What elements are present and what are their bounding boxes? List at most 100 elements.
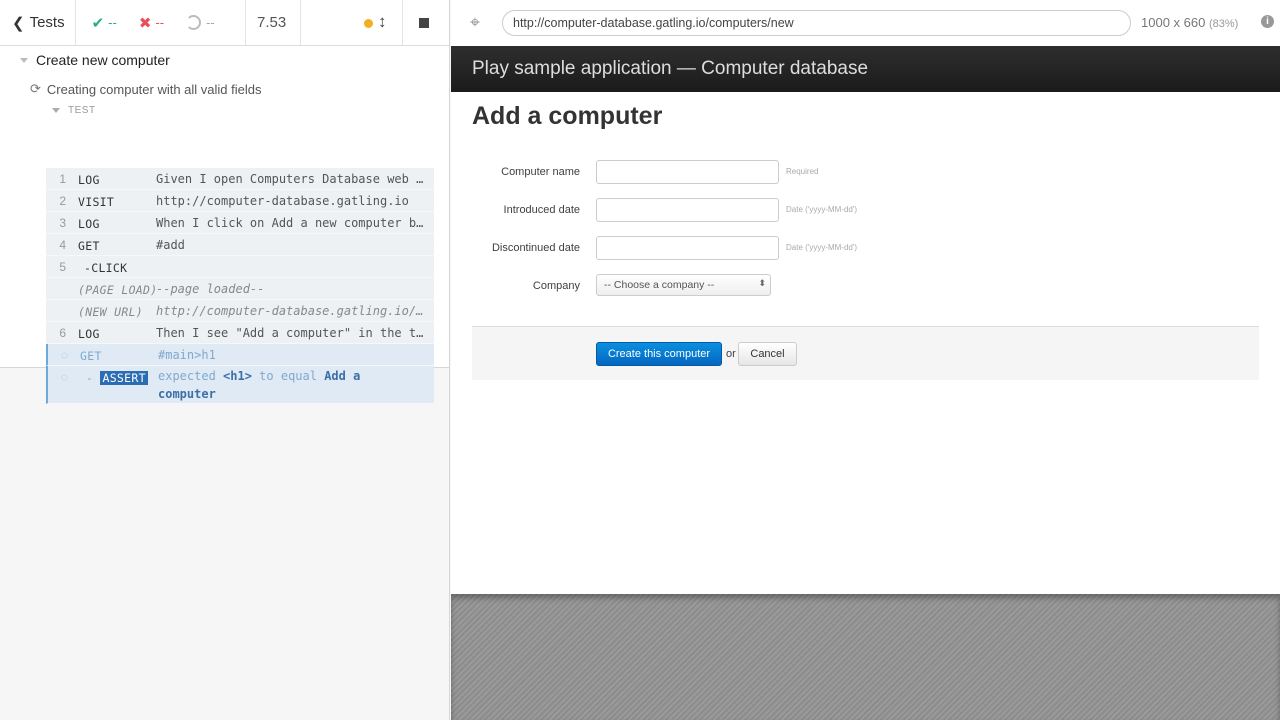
select-arrows-icon: ⬍ bbox=[758, 278, 766, 288]
stop-icon[interactable] bbox=[419, 18, 429, 28]
or-text: or bbox=[726, 348, 736, 360]
field-label: Computer name bbox=[501, 166, 580, 178]
command-row[interactable]: 2 VISIT http://computer-database.gatling… bbox=[46, 190, 434, 212]
viewport-background bbox=[451, 594, 1280, 720]
command-name: GET bbox=[80, 349, 102, 363]
x-icon: ✖ bbox=[138, 14, 152, 32]
command-row[interactable]: (NEW URL) http://computer-database.gatli… bbox=[46, 300, 434, 322]
tests-label: Tests bbox=[29, 14, 65, 31]
auto-scroll-icon[interactable]: ↕ bbox=[378, 12, 387, 32]
assert-badge: ASSERT bbox=[100, 371, 148, 385]
pending-count: -- bbox=[206, 15, 215, 30]
command-message: #add bbox=[156, 238, 185, 252]
pending-spinner-icon: ◌ bbox=[60, 370, 68, 384]
passed-stat: ✔ -- bbox=[92, 14, 117, 32]
assert-row[interactable]: ◌ - ASSERT expected <h1> to equal Add a c… bbox=[46, 366, 434, 404]
command-row[interactable]: 6 LOG Then I see "Add a computer" in the… bbox=[46, 322, 434, 344]
assert-text: <h1> bbox=[223, 369, 252, 383]
field-label: Company bbox=[532, 280, 580, 292]
field-label: Discontinued date bbox=[491, 242, 580, 254]
field-computer-name: Computer name Required bbox=[451, 160, 1280, 184]
command-log: 1 LOG Given I open Computers Database we… bbox=[46, 168, 434, 404]
app-under-test: ⌖ http://computer-database.gatling.io/co… bbox=[451, 0, 1280, 720]
command-message: Given I open Computers Database web page bbox=[156, 172, 426, 186]
command-name: (PAGE LOAD) bbox=[78, 283, 158, 297]
discontinued-date-input[interactable] bbox=[596, 236, 779, 260]
chevron-left-icon: ❮ bbox=[12, 14, 25, 32]
command-number: 5 bbox=[59, 260, 66, 274]
reports-panel: Create new computer ⟳ Creating computer … bbox=[0, 46, 449, 404]
viewport-size: 1000 x 660 (83%) bbox=[1141, 15, 1238, 30]
passed-count: -- bbox=[108, 15, 117, 30]
test-title-text: Creating computer with all valid fields bbox=[46, 81, 262, 97]
field-introduced-date: Introduced date Date ('yyyy-MM-dd') bbox=[451, 198, 1280, 222]
cancel-button[interactable]: Cancel bbox=[738, 342, 797, 366]
runner-header: ❮ Tests ✔ -- ✖ -- -- 7.53 ↕ bbox=[0, 0, 449, 46]
aut-header: ⌖ http://computer-database.gatling.io/co… bbox=[451, 0, 1280, 46]
field-company: Company -- Choose a company -- ⬍ bbox=[451, 274, 1280, 298]
test-section-text: TEST bbox=[68, 105, 96, 116]
command-number: 2 bbox=[59, 194, 66, 208]
assert-prefix: - bbox=[86, 371, 94, 385]
selector-playground-icon[interactable]: ⌖ bbox=[465, 12, 485, 32]
running-indicator-icon bbox=[364, 19, 373, 28]
command-message: #main>h1 bbox=[158, 348, 216, 362]
assert-message: expected <h1> to equal Add a computer bbox=[158, 367, 428, 403]
command-row[interactable]: 5 -CLICK bbox=[46, 256, 434, 278]
computer-name-input[interactable] bbox=[596, 160, 779, 184]
viewport-dims: 1000 x 660 bbox=[1141, 15, 1206, 30]
field-help: Date ('yyyy-MM-dd') bbox=[786, 243, 858, 252]
pending-ring-icon bbox=[186, 15, 202, 30]
test-title[interactable]: ⟳ Creating computer with all valid field… bbox=[30, 81, 262, 97]
caret-down-icon bbox=[20, 57, 28, 63]
suite-title[interactable]: Create new computer bbox=[20, 52, 170, 68]
command-message: http://computer-database.gatling.io bbox=[156, 194, 409, 208]
command-name: LOG bbox=[78, 173, 100, 187]
divider bbox=[300, 0, 301, 45]
command-number: 3 bbox=[59, 216, 66, 230]
command-number: 6 bbox=[59, 326, 66, 340]
command-number: 4 bbox=[59, 238, 66, 252]
url-bar[interactable]: http://computer-database.gatling.io/comp… bbox=[502, 10, 1131, 36]
form-actions: Create this computer or Cancel bbox=[472, 326, 1259, 380]
command-row[interactable]: (PAGE LOAD) --page loaded-- bbox=[46, 278, 434, 300]
command-row[interactable]: ◌ GET #main>h1 bbox=[46, 344, 434, 366]
field-label: Introduced date bbox=[503, 204, 580, 216]
page-title: Add a computer bbox=[472, 102, 663, 130]
command-row[interactable]: 1 LOG Given I open Computers Database we… bbox=[46, 168, 434, 190]
assert-text: Add a bbox=[324, 369, 361, 383]
caret-down-icon bbox=[52, 108, 60, 113]
introduced-date-input[interactable] bbox=[596, 198, 779, 222]
command-message: http://computer-database.gatling.io/comp… bbox=[156, 304, 426, 318]
assert-text: computer bbox=[158, 387, 216, 401]
duration: 7.53 bbox=[257, 14, 287, 31]
app-title[interactable]: Play sample application — Computer datab… bbox=[451, 46, 1280, 92]
command-name: -CLICK bbox=[84, 261, 128, 275]
suite-title-text: Create new computer bbox=[36, 52, 170, 68]
app-iframe: Play sample application — Computer datab… bbox=[451, 46, 1280, 594]
command-name: - ASSERT bbox=[86, 371, 148, 385]
field-help: Date ('yyyy-MM-dd') bbox=[786, 205, 858, 214]
failed-stat: ✖ -- bbox=[139, 14, 164, 32]
viewport-scale: (83%) bbox=[1208, 18, 1239, 30]
failed-count: -- bbox=[155, 15, 165, 30]
command-message: Then I see "Add a computer" in the title bbox=[156, 326, 426, 340]
command-row[interactable]: 4 GET #add bbox=[46, 234, 434, 256]
assert-text: expected bbox=[158, 369, 216, 383]
test-section-label[interactable]: TEST bbox=[52, 105, 96, 116]
field-help: Required bbox=[786, 167, 819, 176]
info-icon[interactable]: i bbox=[1261, 15, 1274, 28]
pending-stat: -- bbox=[186, 15, 215, 30]
tests-button[interactable]: ❮ Tests bbox=[0, 0, 76, 46]
command-name: (NEW URL) bbox=[78, 305, 144, 319]
command-number: 1 bbox=[59, 172, 66, 186]
refresh-icon: ⟳ bbox=[30, 81, 41, 96]
command-name: VISIT bbox=[78, 195, 115, 209]
create-computer-button[interactable]: Create this computer bbox=[596, 342, 722, 366]
pending-spinner-icon: ◌ bbox=[60, 348, 68, 362]
command-row[interactable]: 3 LOG When I click on Add a new computer… bbox=[46, 212, 434, 234]
company-select[interactable]: -- Choose a company -- ⬍ bbox=[596, 274, 771, 296]
check-icon: ✔ bbox=[91, 14, 105, 32]
field-discontinued-date: Discontinued date Date ('yyyy-MM-dd') bbox=[451, 236, 1280, 260]
command-name: LOG bbox=[78, 327, 100, 341]
